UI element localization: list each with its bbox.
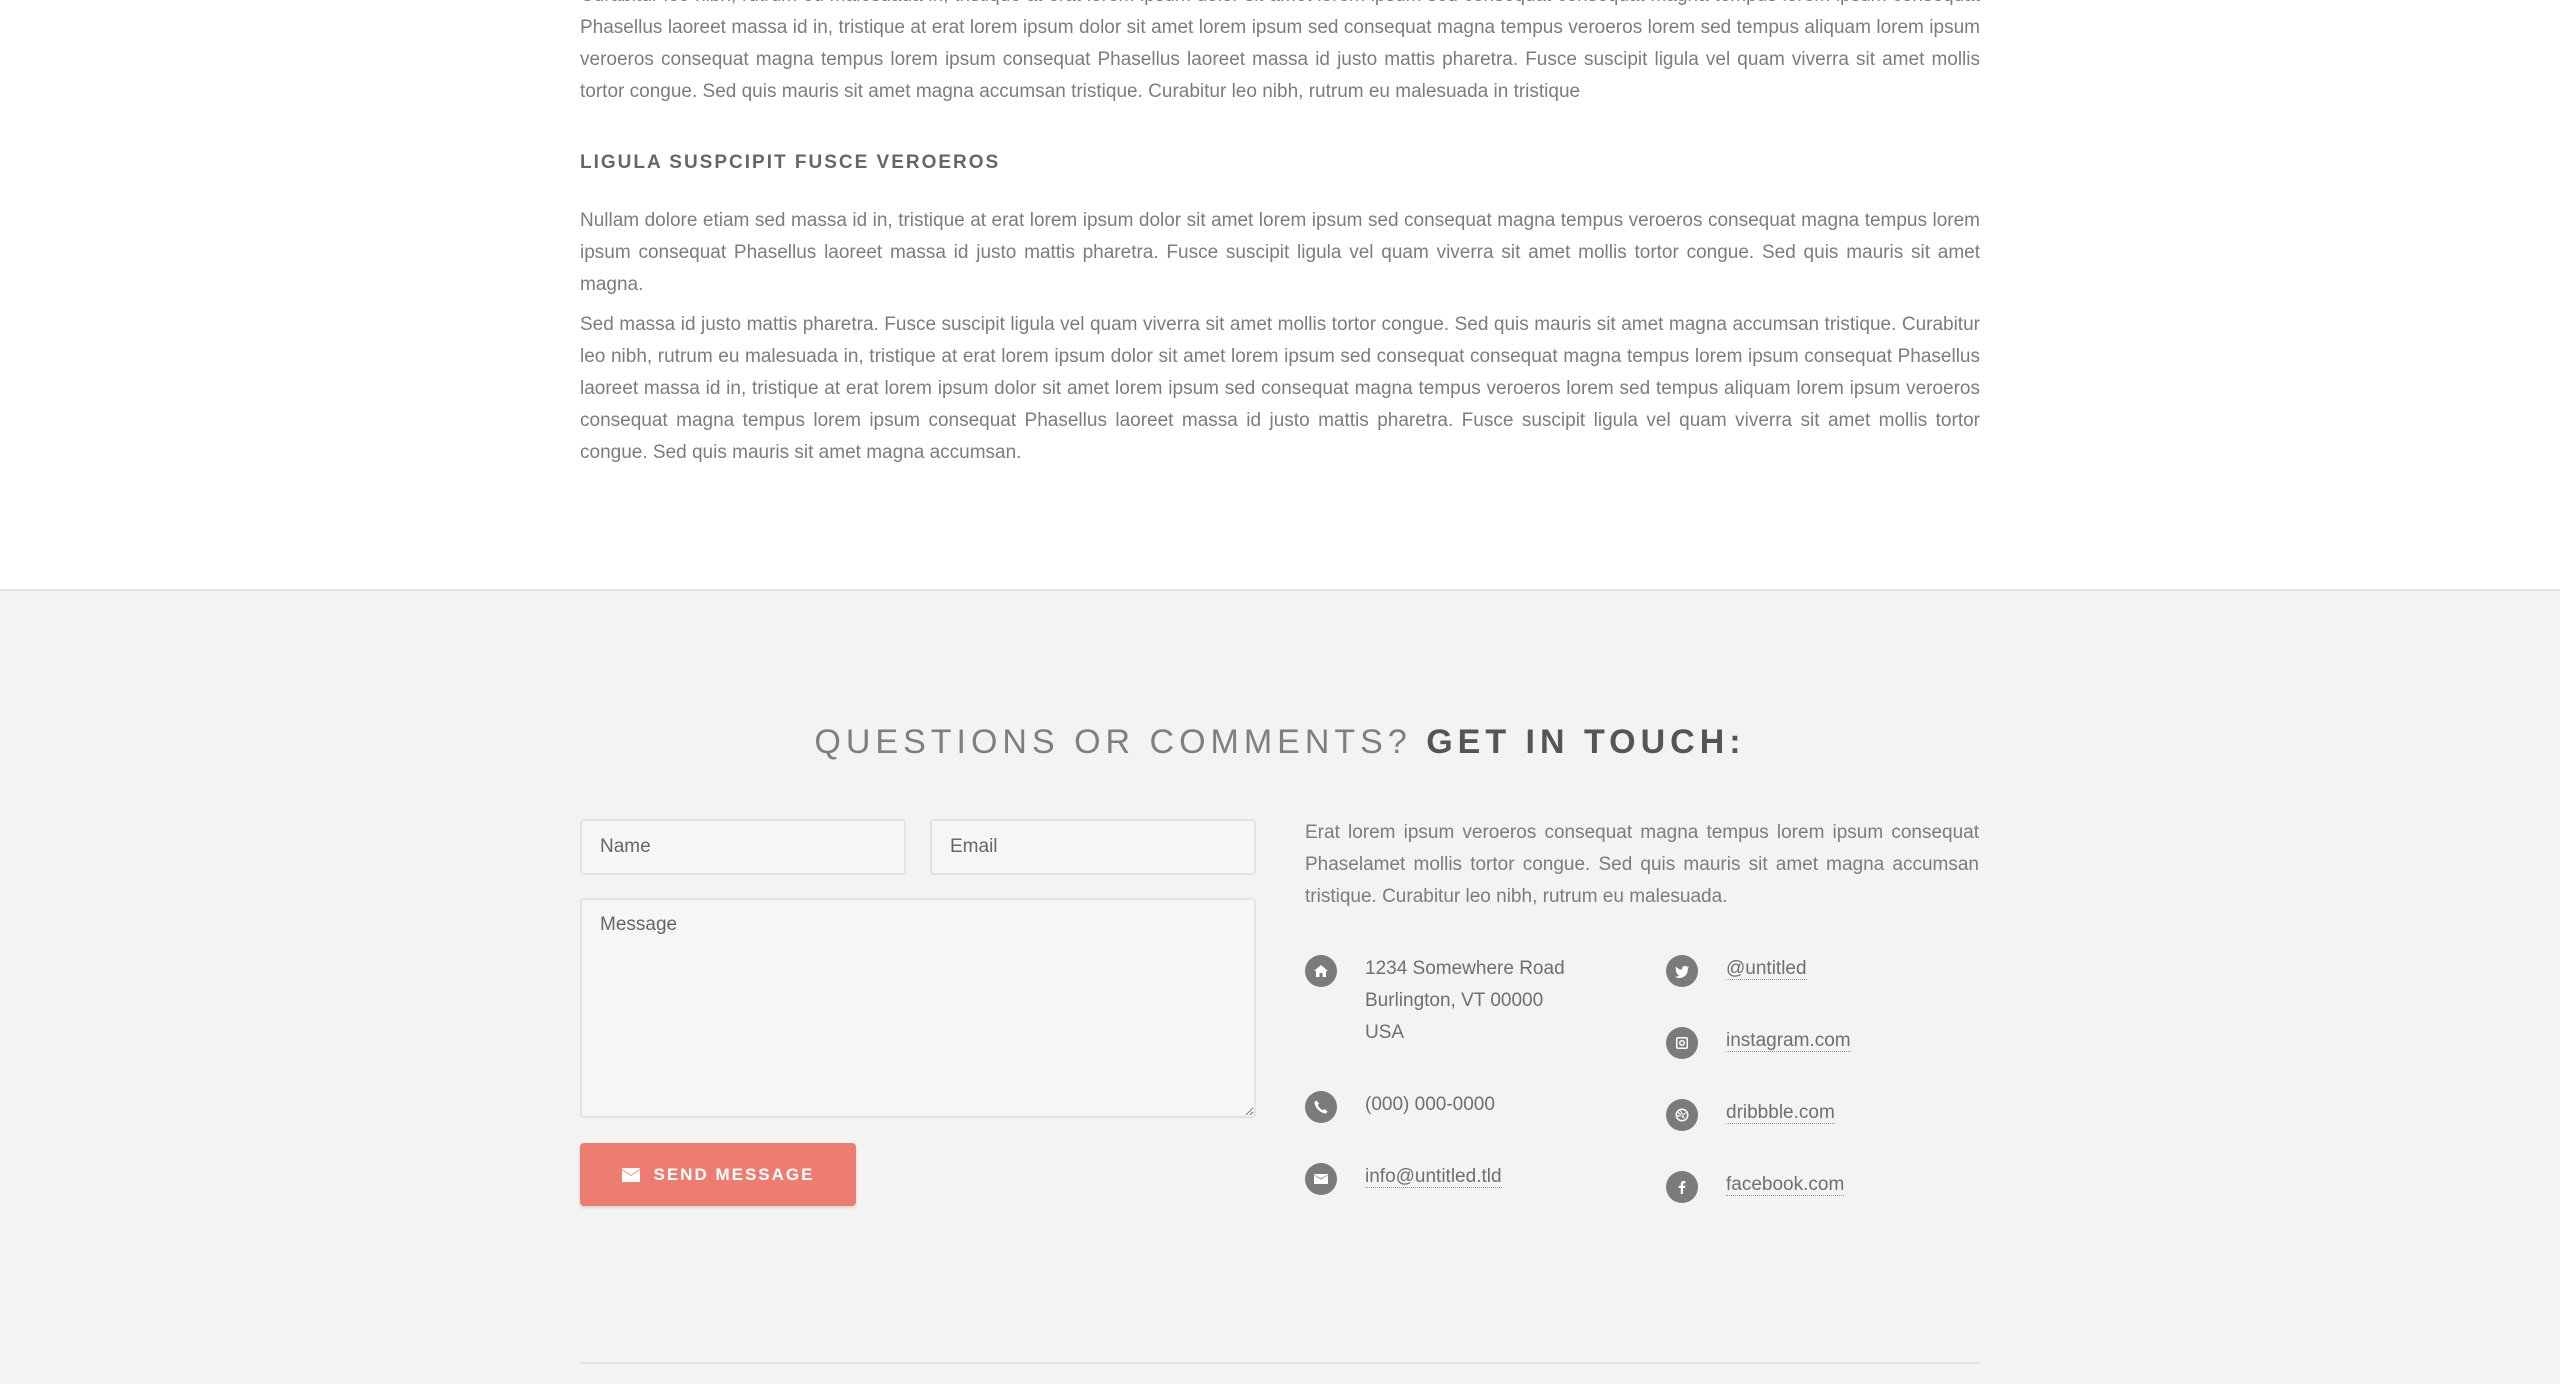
instagram-icon	[1666, 1027, 1698, 1059]
envelope-icon	[1305, 1163, 1337, 1195]
article-heading: LIGULA SUSPCIPIT FUSCE VEROEROS	[580, 152, 1001, 173]
address-text: 1234 Somewhere Road Burlington, VT 00000…	[1365, 953, 1565, 1049]
email-field[interactable]	[930, 819, 1256, 875]
contact-title-light: QUESTIONS OR COMMENTS?	[814, 723, 1412, 761]
envelope-icon	[621, 1167, 640, 1182]
send-message-button[interactable]: SEND MESSAGE	[580, 1143, 856, 1206]
phone-item: (000) 000-0000	[1305, 1089, 1495, 1123]
facebook-link[interactable]: facebook.com	[1726, 1174, 1845, 1196]
instagram-item: instagram.com	[1666, 1025, 1851, 1059]
dribbble-icon	[1666, 1099, 1698, 1131]
name-field[interactable]	[580, 819, 906, 875]
twitter-icon	[1666, 955, 1698, 987]
footer-divider	[580, 1362, 1980, 1364]
address-line: Burlington, VT 00000	[1365, 990, 1544, 1011]
message-field[interactable]	[580, 898, 1256, 1118]
email-link[interactable]: info@untitled.tld	[1365, 1166, 1502, 1188]
address-line: USA	[1365, 1022, 1405, 1043]
home-icon	[1305, 955, 1337, 987]
twitter-item: @untitled	[1666, 953, 1807, 987]
contact-section: QUESTIONS OR COMMENTS? GET IN TOUCH: SEN…	[0, 589, 2560, 1384]
dribbble-link[interactable]: dribbble.com	[1726, 1102, 1835, 1124]
facebook-icon	[1666, 1171, 1698, 1203]
contact-title: QUESTIONS OR COMMENTS? GET IN TOUCH:	[0, 717, 2560, 767]
contact-blurb: Erat lorem ipsum veroeros consequat magn…	[1305, 822, 1979, 907]
send-message-label: SEND MESSAGE	[653, 1164, 815, 1184]
instagram-link[interactable]: instagram.com	[1726, 1030, 1851, 1052]
address-line: 1234 Somewhere Road	[1365, 958, 1565, 979]
address-item: 1234 Somewhere Road Burlington, VT 00000…	[1305, 953, 1565, 1049]
phone-icon	[1305, 1091, 1337, 1123]
facebook-item: facebook.com	[1666, 1169, 1845, 1203]
article-paragraph: Nullam dolore etiam sed massa id in, tri…	[580, 210, 1980, 295]
twitter-link[interactable]: @untitled	[1726, 958, 1807, 980]
article-paragraph: Sed massa id justo mattis pharetra. Fusc…	[580, 314, 1980, 463]
article-section: Curabitur leo nibh, rutrum eu malesuada …	[0, 0, 2560, 589]
phone-text: (000) 000-0000	[1365, 1094, 1495, 1115]
article-paragraph: Curabitur leo nibh, rutrum eu malesuada …	[580, 0, 1980, 102]
contact-title-bold: GET IN TOUCH:	[1426, 723, 1746, 761]
email-item: info@untitled.tld	[1305, 1161, 1502, 1195]
dribbble-item: dribbble.com	[1666, 1097, 1835, 1131]
